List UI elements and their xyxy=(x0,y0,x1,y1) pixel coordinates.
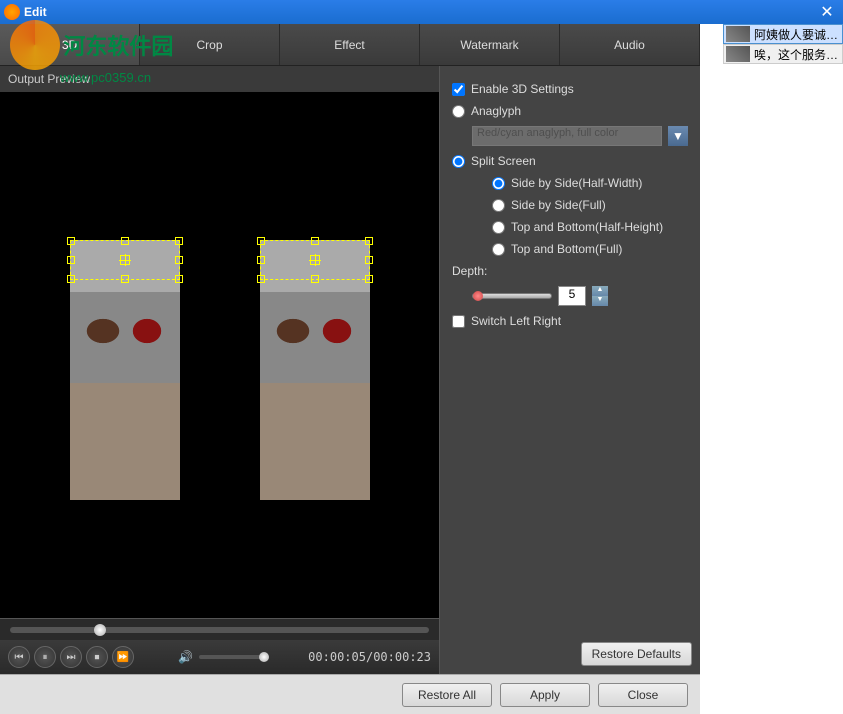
video-frame-left[interactable] xyxy=(70,240,180,500)
depth-slider-thumb[interactable] xyxy=(473,291,483,301)
anaglyph-dropdown-row: Red/cyan anaglyph, full color ▼ xyxy=(472,126,688,146)
list-item[interactable]: 唉，这个服务… xyxy=(723,44,843,64)
preview-viewport xyxy=(0,92,439,618)
crop-handle-top-right[interactable] xyxy=(175,237,183,245)
crop-box[interactable] xyxy=(70,240,180,280)
tb-half-row: Top and Bottom(Half-Height) xyxy=(492,220,688,234)
timeline-track[interactable] xyxy=(10,627,429,633)
tabs-bar: 3D Crop Effect Watermark Audio xyxy=(0,24,700,66)
switch-lr-row: Switch Left Right xyxy=(452,314,688,328)
crop-handle-bottom-left[interactable] xyxy=(67,275,75,283)
sbs-full-row: Side by Side(Full) xyxy=(492,198,688,212)
list-item-label: 阿姨做人要诚… xyxy=(754,26,838,43)
crop-handle-bottom-right[interactable] xyxy=(365,275,373,283)
tb-full-row: Top and Bottom(Full) xyxy=(492,242,688,256)
enable-3d-row: Enable 3D Settings xyxy=(452,82,688,96)
split-screen-row: Split Screen xyxy=(452,154,688,168)
split-screen-radio[interactable] xyxy=(452,155,465,168)
crop-handle-middle-left[interactable] xyxy=(67,256,75,264)
crop-handle-top-left[interactable] xyxy=(67,237,75,245)
restore-all-button[interactable]: Restore All xyxy=(402,683,492,707)
sbs-full-label: Side by Side(Full) xyxy=(511,198,606,212)
playback-controls: ⏮ ⏸ ⏭ ⏹ ⏩ 🔊 00:00:05/00:00:23 xyxy=(0,640,439,674)
depth-control-row: 5 ▲ ▼ xyxy=(472,286,688,306)
list-item-label: 唉，这个服务… xyxy=(754,46,838,63)
tb-half-label: Top and Bottom(Half-Height) xyxy=(511,220,663,234)
depth-spinner-buttons: ▲ ▼ xyxy=(592,286,608,306)
crop-handle-bottom-right[interactable] xyxy=(175,275,183,283)
split-screen-label: Split Screen xyxy=(471,154,536,168)
tab-3d[interactable]: 3D xyxy=(0,24,140,65)
depth-value[interactable]: 5 xyxy=(558,286,586,306)
tb-full-label: Top and Bottom(Full) xyxy=(511,242,622,256)
close-button[interactable]: Close xyxy=(598,683,688,707)
preview-label: Output Preview xyxy=(0,66,439,92)
crop-handle-middle-left[interactable] xyxy=(257,256,265,264)
crop-handle-bottom-left[interactable] xyxy=(257,275,265,283)
crop-box[interactable] xyxy=(260,240,370,280)
crop-handle-middle-right[interactable] xyxy=(175,256,183,264)
stop-button[interactable]: ⏹ xyxy=(86,646,108,668)
timeline-thumb[interactable] xyxy=(94,624,106,636)
anaglyph-radio[interactable] xyxy=(452,105,465,118)
sbs-full-radio[interactable] xyxy=(492,199,505,212)
forward-button[interactable]: ⏩ xyxy=(112,646,134,668)
crop-handle-center[interactable] xyxy=(310,255,320,265)
volume-thumb[interactable] xyxy=(259,652,269,662)
crop-handle-middle-right[interactable] xyxy=(365,256,373,264)
prev-button[interactable]: ⏮ xyxy=(8,646,30,668)
window-title: Edit xyxy=(24,5,815,19)
tab-watermark[interactable]: Watermark xyxy=(420,24,560,65)
restore-defaults-button[interactable]: Restore Defaults xyxy=(581,642,692,666)
depth-up-button[interactable]: ▲ xyxy=(592,286,608,296)
titlebar: Edit ✕ xyxy=(0,0,843,24)
sbs-half-radio[interactable] xyxy=(492,177,505,190)
volume-icon[interactable]: 🔊 xyxy=(178,650,193,664)
crop-handle-top-right[interactable] xyxy=(365,237,373,245)
depth-row: Depth: xyxy=(452,264,688,278)
tab-crop[interactable]: Crop xyxy=(140,24,280,65)
tb-half-radio[interactable] xyxy=(492,221,505,234)
sbs-half-row: Side by Side(Half-Width) xyxy=(492,176,688,190)
anaglyph-row: Anaglyph xyxy=(452,104,688,118)
crop-handle-top-center[interactable] xyxy=(311,237,319,245)
enable-3d-label: Enable 3D Settings xyxy=(471,82,574,96)
crop-handle-bottom-center[interactable] xyxy=(311,275,319,283)
volume-control: 🔊 xyxy=(178,650,269,664)
settings-panel: Enable 3D Settings Anaglyph Red/cyan ana… xyxy=(440,66,700,674)
depth-down-button[interactable]: ▼ xyxy=(592,296,608,306)
video-frame-right[interactable] xyxy=(260,240,370,500)
tab-audio[interactable]: Audio xyxy=(560,24,700,65)
anaglyph-dropdown[interactable]: Red/cyan anaglyph, full color xyxy=(472,126,662,146)
time-display: 00:00:05/00:00:23 xyxy=(308,650,431,664)
crop-handle-center[interactable] xyxy=(120,255,130,265)
tab-effect[interactable]: Effect xyxy=(280,24,420,65)
thumbnail-icon xyxy=(726,26,750,42)
volume-slider[interactable] xyxy=(199,655,269,659)
next-button[interactable]: ⏭ xyxy=(60,646,82,668)
footer-bar: Restore All Apply Close xyxy=(0,674,700,714)
tb-full-radio[interactable] xyxy=(492,243,505,256)
app-icon xyxy=(4,4,20,20)
close-window-button[interactable]: ✕ xyxy=(815,2,839,22)
switch-lr-checkbox[interactable] xyxy=(452,315,465,328)
depth-slider[interactable] xyxy=(472,293,552,299)
preview-panel: Output Preview xyxy=(0,66,440,674)
crop-handle-top-left[interactable] xyxy=(257,237,265,245)
crop-handle-top-center[interactable] xyxy=(121,237,129,245)
enable-3d-checkbox[interactable] xyxy=(452,83,465,96)
crop-handle-bottom-center[interactable] xyxy=(121,275,129,283)
background-file-list: 阿姨做人要诚… 唉，这个服务… xyxy=(723,24,843,64)
main-area: Output Preview xyxy=(0,66,700,674)
dropdown-button[interactable]: ▼ xyxy=(668,126,688,146)
switch-lr-label: Switch Left Right xyxy=(471,314,561,328)
thumbnail-icon xyxy=(726,46,750,62)
anaglyph-label: Anaglyph xyxy=(471,104,521,118)
list-item[interactable]: 阿姨做人要诚… xyxy=(723,24,843,44)
apply-button[interactable]: Apply xyxy=(500,683,590,707)
pause-button[interactable]: ⏸ xyxy=(34,646,56,668)
sbs-half-label: Side by Side(Half-Width) xyxy=(511,176,642,190)
timeline[interactable] xyxy=(0,618,439,640)
depth-label: Depth: xyxy=(452,264,487,278)
